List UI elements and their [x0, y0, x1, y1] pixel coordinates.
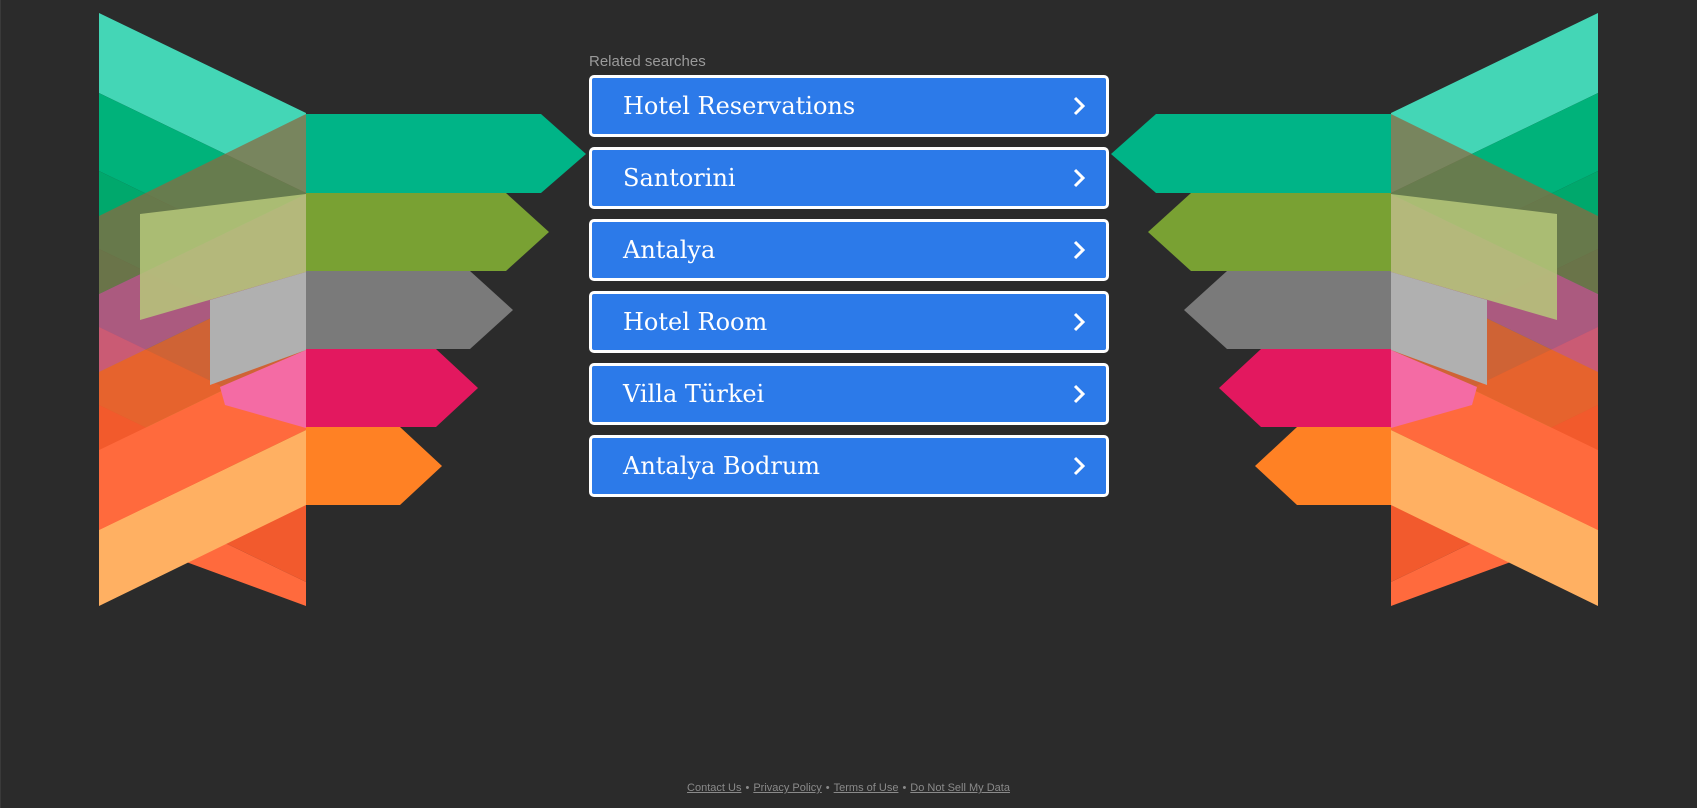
chevron-right-icon — [1068, 165, 1090, 191]
related-searches-heading: Related searches — [589, 53, 706, 70]
related-search-link-antalya-bodrum[interactable]: Antalya Bodrum — [589, 435, 1109, 497]
footer-separator: • — [745, 782, 750, 794]
terms-of-use-link[interactable]: Terms of Use — [834, 782, 899, 794]
related-search-label: Hotel Room — [623, 308, 768, 336]
chevron-right-icon — [1068, 453, 1090, 479]
related-searches-panel: Related searches Hotel Reservations Sant… — [589, 53, 1109, 507]
related-search-link-hotel-room[interactable]: Hotel Room — [589, 291, 1109, 353]
privacy-policy-link[interactable]: Privacy Policy — [753, 782, 821, 794]
related-search-label: Antalya — [623, 236, 716, 264]
do-not-sell-my-data-link[interactable]: Do Not Sell My Data — [910, 782, 1010, 794]
related-search-link-antalya[interactable]: Antalya — [589, 219, 1109, 281]
chevron-right-icon — [1068, 237, 1090, 263]
contact-us-link[interactable]: Contact Us — [687, 782, 741, 794]
related-search-label: Antalya Bodrum — [623, 452, 821, 480]
related-search-label: Santorini — [623, 164, 736, 192]
chevron-right-icon — [1068, 309, 1090, 335]
chevron-right-icon — [1068, 93, 1090, 119]
related-search-link-santorini[interactable]: Santorini — [589, 147, 1109, 209]
left-fan — [99, 13, 586, 606]
footer-separator: • — [902, 782, 907, 794]
chevron-right-icon — [1068, 381, 1090, 407]
related-search-label: Villa Türkei — [623, 380, 765, 408]
related-search-label: Hotel Reservations — [623, 92, 856, 120]
related-search-link-villa-turkei[interactable]: Villa Türkei — [589, 363, 1109, 425]
footer-links: Contact Us • Privacy Policy • Terms of Use • D… — [0, 782, 1697, 794]
related-search-link-hotel-reservations[interactable]: Hotel Reservations — [589, 75, 1109, 137]
right-fan — [1111, 13, 1598, 606]
footer-separator: • — [825, 782, 830, 794]
